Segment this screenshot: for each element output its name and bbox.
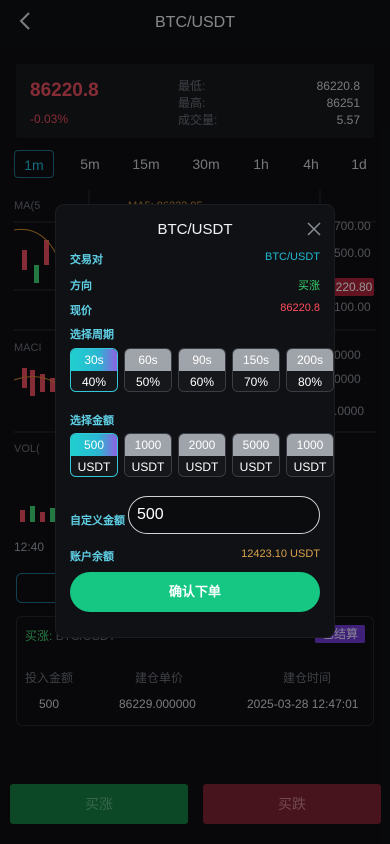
price-label: 现价 (70, 305, 92, 317)
period-options: 30s 40% 60s 50% 90s 60% 150s 70% 200s 80… (70, 348, 334, 392)
amount-value: 500 (71, 434, 117, 456)
period-option-60s[interactable]: 60s 50% (124, 348, 172, 392)
pair-label: 交易对 (70, 254, 103, 266)
amount-unit: USDT (71, 456, 117, 476)
custom-amount-input[interactable] (128, 496, 320, 534)
pair-value: BTC/USDT (265, 251, 320, 263)
direction-label: 方向 (70, 280, 92, 292)
amount-unit: USDT (287, 456, 333, 476)
amount-value: 5000 (233, 434, 279, 456)
amount-label: 选择金额 (70, 415, 114, 427)
amount-option-2000[interactable]: 2000 USDT (178, 433, 226, 477)
amount-unit: USDT (125, 456, 171, 476)
amount-option-5000[interactable]: 5000 USDT (232, 433, 280, 477)
amount-options: 500 USDT 1000 USDT 2000 USDT 5000 USDT 1… (70, 433, 334, 477)
period-option-200s[interactable]: 200s 80% (286, 348, 334, 392)
period-rate: 50% (125, 371, 171, 391)
amount-unit: USDT (179, 456, 225, 476)
balance-label: 账户余额 (70, 551, 114, 563)
amount-option-500[interactable]: 500 USDT (70, 433, 118, 477)
close-icon[interactable] (306, 221, 322, 237)
period-rate: 70% (233, 371, 279, 391)
amount-unit: USDT (233, 456, 279, 476)
direction-value: 买涨 (298, 280, 320, 292)
period-rate: 60% (179, 371, 225, 391)
amount-option-10000[interactable]: 1000 USDT (286, 433, 334, 477)
order-modal: BTC/USDT 交易对 BTC/USDT 方向 买涨 现价 86220.8 选… (56, 205, 334, 637)
price-value: 86220.8 (280, 302, 320, 314)
period-rate: 80% (287, 371, 333, 391)
amount-value: 1000 (287, 434, 333, 456)
modal-title: BTC/USDT (157, 221, 233, 238)
amount-option-1000[interactable]: 1000 USDT (124, 433, 172, 477)
balance-value: 12423.10 USDT (241, 548, 320, 560)
period-time: 150s (233, 349, 279, 371)
period-time: 200s (287, 349, 333, 371)
period-option-90s[interactable]: 90s 60% (178, 348, 226, 392)
amount-value: 1000 (125, 434, 171, 456)
period-time: 60s (125, 349, 171, 371)
confirm-order-button[interactable]: 确认下单 (70, 572, 320, 612)
period-option-150s[interactable]: 150s 70% (232, 348, 280, 392)
period-time: 90s (179, 349, 225, 371)
period-time: 30s (71, 349, 117, 371)
custom-amount-label: 自定义金额 (70, 515, 125, 527)
amount-value: 2000 (179, 434, 225, 456)
period-label: 选择周期 (70, 329, 114, 341)
period-rate: 40% (71, 371, 117, 391)
period-option-30s[interactable]: 30s 40% (70, 348, 118, 392)
